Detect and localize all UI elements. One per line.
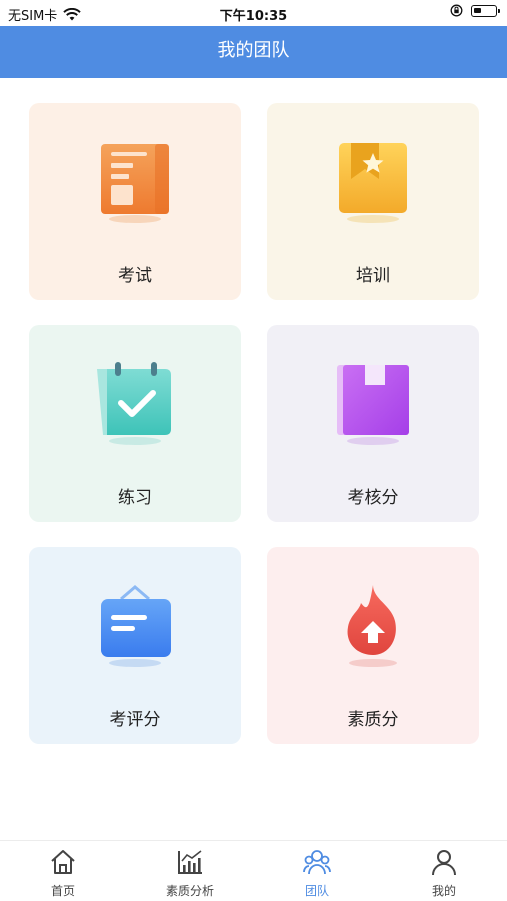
card-practice[interactable]: 练习 (29, 325, 241, 522)
quality-score-flame-icon (347, 585, 397, 667)
card-exam[interactable]: 考试 (29, 103, 241, 300)
practice-calendar-check-icon (97, 362, 171, 445)
card-label: 考核分 (347, 488, 399, 508)
team-icon (303, 850, 331, 875)
tab-label: 素质分析 (165, 884, 214, 898)
tab-label: 团队 (304, 884, 329, 898)
tab-home[interactable]: 首页 (0, 841, 126, 901)
card-evaluation-score[interactable]: 考评分 (29, 547, 241, 744)
chart-analysis-icon (178, 850, 202, 874)
page-title: 我的团队 (217, 40, 290, 61)
card-training[interactable]: 培训 (267, 103, 479, 300)
tab-mine[interactable]: 我的 (381, 841, 507, 901)
evaluation-score-folder-icon (101, 585, 171, 667)
card-label: 培训 (356, 266, 390, 286)
card-quality-score[interactable]: 素质分 (267, 547, 479, 744)
tab-quality-analysis[interactable]: 素质分析 (127, 841, 253, 901)
card-assessment-score[interactable]: 考核分 (267, 325, 479, 522)
assessment-score-book-icon (337, 365, 409, 445)
nav-bar: 我的团队 (0, 26, 507, 78)
clock-text: 下午10:35 (219, 9, 288, 24)
status-bar: 无SIM卡 下午10:35 (0, 0, 507, 26)
tab-label: 我的 (431, 884, 456, 898)
card-label: 考评分 (109, 710, 161, 730)
tab-team[interactable]: 团队 (254, 841, 380, 901)
home-icon (51, 850, 75, 874)
card-label: 考试 (118, 266, 152, 286)
orientation-lock-icon (450, 4, 463, 17)
battery-icon (471, 4, 500, 17)
card-label: 练习 (118, 488, 152, 508)
training-star-book-icon (339, 143, 407, 223)
tab-bar: 首页 素质分析 团队 我的 (0, 840, 507, 901)
tab-label: 首页 (50, 884, 75, 898)
card-label: 素质分 (347, 710, 399, 730)
user-profile-icon (432, 850, 456, 876)
exam-document-icon (101, 144, 169, 223)
